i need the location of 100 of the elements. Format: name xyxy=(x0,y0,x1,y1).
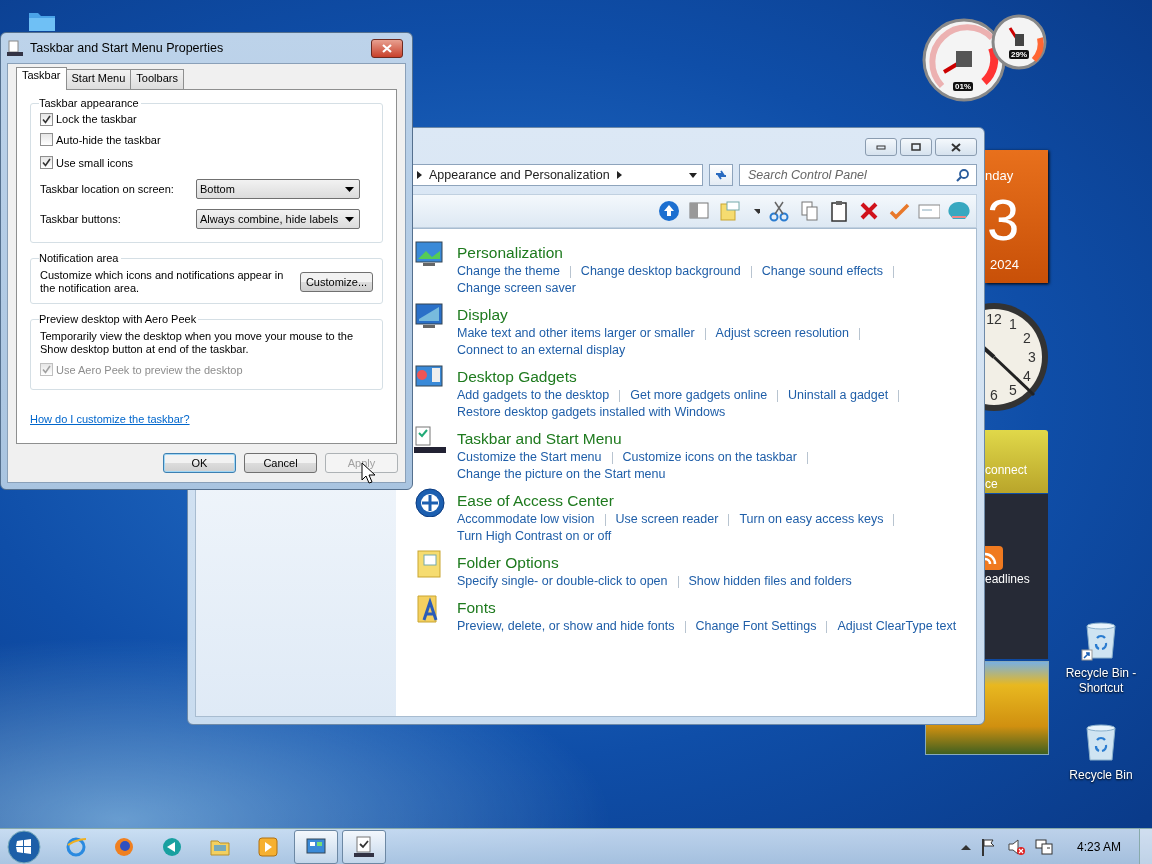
group-heading: Notification area xyxy=(39,251,121,265)
clock-numeral: 5 xyxy=(1009,381,1017,398)
rss-icon xyxy=(985,546,1003,570)
group-heading: Taskbar appearance xyxy=(39,96,141,110)
clock-numeral: 2 xyxy=(1023,330,1031,346)
checkmark-icon xyxy=(42,114,51,124)
taskbar-properties-icon xyxy=(7,40,23,56)
maximize-icon xyxy=(911,143,921,151)
dialog-button[interactable]: Cancel xyxy=(244,453,317,473)
taskbar-button[interactable] xyxy=(342,830,386,864)
checkmark-icon xyxy=(42,158,51,167)
category-icon[interactable] xyxy=(414,425,446,455)
minimize-button[interactable] xyxy=(865,138,897,156)
dropdown-arrow-icon xyxy=(345,216,354,222)
calendar-year: 2024 xyxy=(990,257,1020,272)
field-label: Taskbar buttons: xyxy=(40,213,122,225)
maximize-button[interactable] xyxy=(900,138,932,156)
refresh-button[interactable] xyxy=(709,164,733,186)
category-title[interactable]: Fonts xyxy=(457,598,957,618)
checkbox[interactable]: Auto-hide the taskbar xyxy=(40,128,373,151)
clock-numeral: 4 xyxy=(1023,368,1031,384)
calendar-day: 3 xyxy=(987,183,1048,257)
memory-reading: 29% xyxy=(1009,50,1029,59)
link[interactable]: Change sound effects xyxy=(761,263,884,280)
dropdown[interactable]: Always combine, hide labels xyxy=(196,209,360,229)
link[interactable]: Turn on easy access keys xyxy=(739,511,884,528)
link[interactable]: Change the picture on the Start menu xyxy=(457,466,666,483)
weather-text: connect xyxy=(985,463,1029,477)
refresh-icon xyxy=(714,169,728,181)
chevron-right-icon[interactable] xyxy=(615,170,623,180)
network-icon[interactable] xyxy=(1034,838,1053,856)
link[interactable]: Restore desktop gadgets installed with Windows xyxy=(457,404,726,421)
taskbar-button[interactable] xyxy=(294,830,338,864)
search-field[interactable]: Search Control Panel xyxy=(739,164,977,186)
media-icon xyxy=(161,836,183,858)
dialog-button[interactable]: OK xyxy=(163,453,236,473)
link[interactable]: Change desktop background xyxy=(580,263,741,280)
category-icon[interactable] xyxy=(414,487,446,517)
link[interactable]: Use screen reader xyxy=(615,511,719,528)
clock-numeral: 1 xyxy=(1009,316,1017,333)
window-title: Taskbar and Start Menu Properties xyxy=(30,41,225,55)
copy-icon[interactable] xyxy=(798,200,820,222)
field-label: Taskbar location on screen: xyxy=(40,183,175,195)
clipboard-icon[interactable] xyxy=(828,200,850,222)
cpu-reading: 01% xyxy=(953,82,973,91)
category-title[interactable]: Taskbar and Start Menu xyxy=(457,429,818,449)
link[interactable]: Preview, delete, or show and hide fonts xyxy=(457,618,675,635)
link[interactable]: Change Font Settings xyxy=(695,618,817,635)
category-title[interactable]: Desktop Gadgets xyxy=(457,367,910,387)
link[interactable]: Customize icons on the taskbar xyxy=(622,449,797,466)
close-icon xyxy=(382,43,392,53)
breadcrumb-item[interactable]: Appearance and Personalization xyxy=(429,168,610,182)
category-title[interactable]: Folder Options xyxy=(457,553,852,573)
link[interactable]: Add gadgets to the desktop xyxy=(457,387,610,404)
icon-label: Recycle Bin xyxy=(1069,768,1133,783)
checklist-icon xyxy=(353,836,375,858)
tab[interactable]: Taskbar xyxy=(16,67,67,90)
link[interactable]: Adjust screen resolution xyxy=(715,325,849,342)
delete-icon[interactable] xyxy=(858,200,880,222)
category-icon[interactable] xyxy=(414,301,446,331)
clock-numeral: 6 xyxy=(990,387,998,403)
description-text: Customize which icons and notifications appear in the notification area. xyxy=(40,269,285,295)
close-button[interactable] xyxy=(935,138,977,156)
customize-button[interactable]: Customize... xyxy=(300,272,373,292)
link[interactable]: Get more gadgets online xyxy=(630,387,768,404)
link[interactable]: Change the theme xyxy=(457,263,560,280)
folder-icon[interactable] xyxy=(28,10,56,32)
link[interactable]: Adjust ClearType text xyxy=(837,618,957,635)
dropdown[interactable]: Bottom xyxy=(196,179,360,199)
link[interactable]: Connect to an external display xyxy=(457,342,626,359)
flag-icon[interactable] xyxy=(980,838,997,856)
tab[interactable]: Toolbars xyxy=(130,69,184,90)
clock-numeral: 3 xyxy=(1028,349,1036,365)
help-link[interactable]: How do I customize the taskbar? xyxy=(30,413,190,425)
link[interactable]: Specify single- or double-click to open xyxy=(457,573,668,590)
category-title[interactable]: Personalization xyxy=(457,243,905,263)
chevron-right-icon[interactable] xyxy=(416,170,423,180)
group-heading: Preview desktop with Aero Peek xyxy=(39,312,199,326)
panel-icon[interactable] xyxy=(688,200,710,222)
link[interactable]: Accommodate low vision xyxy=(457,511,595,528)
description-text: Temporarily view the desktop when you move your mouse to the Show desktop button at end of the taskbar. xyxy=(40,330,355,356)
link[interactable]: Turn High Contrast on or off xyxy=(457,528,612,545)
close-button[interactable] xyxy=(371,38,403,58)
clock-time[interactable]: 4:23 AM xyxy=(1076,840,1121,854)
link[interactable]: Make text and other items larger or smaller xyxy=(457,325,695,342)
checkmark-icon xyxy=(42,365,51,374)
link[interactable]: Show hidden files and folders xyxy=(688,573,852,590)
start-button[interactable] xyxy=(6,829,42,864)
icon-label: Recycle Bin - Shortcut xyxy=(1064,666,1138,696)
category-title[interactable]: Display xyxy=(457,305,870,325)
scissors-icon[interactable] xyxy=(768,200,790,222)
link[interactable]: Change screen saver xyxy=(457,280,576,297)
category-title[interactable]: Ease of Access Center xyxy=(457,491,905,511)
speaker-muted-icon[interactable] xyxy=(1006,838,1025,856)
search-icon[interactable] xyxy=(956,168,970,182)
show-hidden-icons-button[interactable] xyxy=(960,844,971,850)
link[interactable]: Uninstall a gadget xyxy=(788,387,889,404)
weather-text: ce xyxy=(985,477,999,491)
checkbox[interactable]: Lock the taskbar xyxy=(40,110,373,128)
link[interactable]: Customize the Start menu xyxy=(457,449,602,466)
